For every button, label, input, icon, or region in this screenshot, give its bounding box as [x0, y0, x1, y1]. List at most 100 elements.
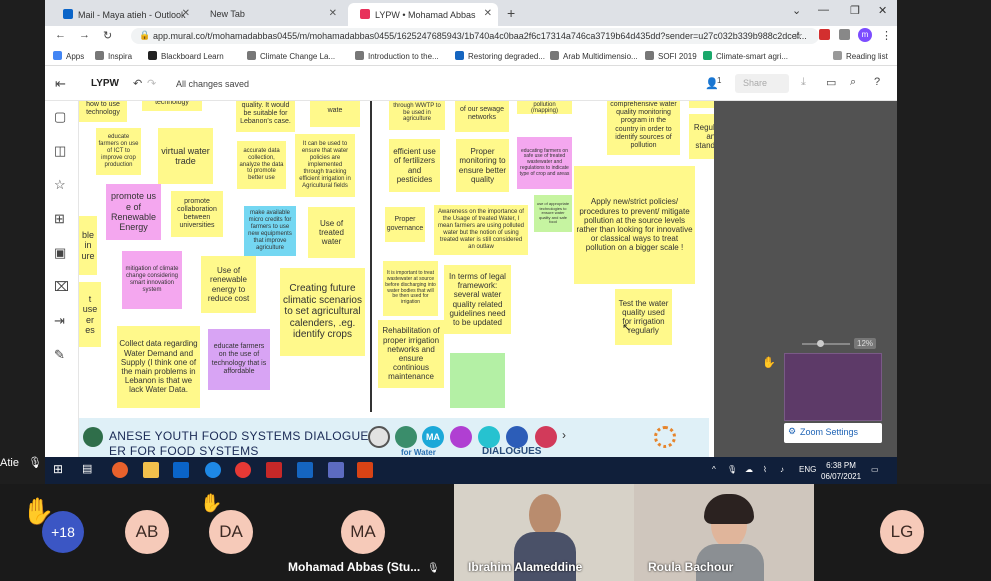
bookmark-star-icon[interactable]: ☆	[793, 29, 803, 42]
minimap[interactable]	[784, 353, 882, 421]
profile-avatar[interactable]: m	[858, 28, 872, 42]
participant-tile[interactable]: MA Mohamad Abbas (Stu... 🎙	[274, 484, 454, 581]
task-view-icon[interactable]: ▤	[82, 462, 98, 478]
bookmark-climate-smart[interactable]: Climate-smart agri...	[703, 51, 788, 61]
tray-chevron-icon[interactable]: ^	[712, 465, 716, 474]
sticky-note[interactable]: ble in ure	[79, 216, 97, 275]
zoom-settings-button[interactable]: ⚙ Zoom Settings	[784, 423, 882, 443]
hand-tool-icon[interactable]: ✋	[762, 356, 776, 369]
bookmark-restoring[interactable]: Restoring degraded...	[455, 51, 545, 61]
bookmark-sofi[interactable]: SOFI 2019	[645, 51, 697, 61]
sticky-note[interactable]: educating farmers on safe use of treated…	[517, 137, 572, 189]
wifi-icon[interactable]: ⌇	[763, 465, 767, 474]
export-icon[interactable]: ⤓	[801, 76, 806, 89]
empty-sticky-note[interactable]	[450, 353, 505, 408]
sticky-note[interactable]: Apply new/strict policies/ procedures to…	[574, 166, 695, 284]
sticky-note[interactable]: efficient use of fertilizers and pestici…	[389, 139, 440, 192]
share-button[interactable]: Share	[735, 74, 789, 93]
sticky-note[interactable]: through WWTP to be used in agriculture	[389, 101, 445, 130]
sticky-note[interactable]: make available micro credits for farmers…	[244, 206, 296, 256]
teams-icon[interactable]	[328, 462, 344, 478]
sticky-note[interactable]: accurate data collection, analyze the da…	[237, 141, 286, 189]
framework-icon[interactable]: ⊞	[54, 211, 65, 227]
windows-start-icon[interactable]: ⊞	[53, 462, 69, 478]
avatar[interactable]: DA	[209, 510, 253, 554]
sticky-note[interactable]: Test the water quality used for irrigati…	[615, 289, 672, 345]
word-icon[interactable]	[297, 462, 313, 478]
avatar[interactable]: AB	[125, 510, 169, 554]
sticky-note[interactable]: Creating future climatic scenarios to se…	[280, 268, 365, 356]
bookmark-arab-multidim[interactable]: Arab Multidimensio...	[550, 51, 638, 61]
language-indicator[interactable]: ENG	[799, 465, 816, 474]
sticky-note[interactable]: Rehabilitation of proper irrigation netw…	[378, 320, 444, 388]
favorite-star-icon[interactable]: ☆	[54, 177, 66, 193]
help-icon[interactable]: ?	[874, 76, 880, 88]
tab-new-tab[interactable]: New Tab ✕	[198, 3, 343, 26]
new-tab-plus-icon[interactable]: +	[507, 5, 515, 21]
comments-icon[interactable]: ▭	[826, 76, 836, 89]
bookmark-inspira[interactable]: Inspira	[95, 51, 132, 61]
chrome-icon[interactable]	[235, 462, 251, 478]
reaction-ma-icon[interactable]: MA	[422, 426, 444, 448]
sticky-note-icon[interactable]: ▢	[54, 109, 66, 125]
search-icon[interactable]: ⌕	[850, 76, 856, 89]
internet-explorer-icon[interactable]	[205, 462, 221, 478]
file-explorer-icon[interactable]	[143, 462, 159, 478]
redo-icon[interactable]: ↷	[147, 77, 156, 90]
reaction-blue-icon[interactable]	[506, 426, 528, 448]
participant-video-tile[interactable]: Roula Bachour	[634, 484, 814, 581]
sticky-note[interactable]: It can be used to ensure that water poli…	[295, 134, 355, 197]
sticky-note[interactable]: In terms of legal framework: several wat…	[444, 265, 511, 334]
firefox-icon[interactable]	[112, 462, 128, 478]
bookmark-apps[interactable]: Apps	[53, 51, 84, 61]
pdf-extension-icon[interactable]	[819, 29, 830, 40]
sticky-note[interactable]: how to use technology	[79, 101, 127, 122]
participant-video-tile[interactable]: Ibrahim Alameddine	[454, 484, 634, 581]
notifications-icon[interactable]: ▭	[871, 465, 879, 474]
tab-outlook[interactable]: Mail - Maya atieh - Outlook ✕	[51, 3, 196, 26]
reload-icon[interactable]: ↻	[103, 29, 112, 42]
sticky-note[interactable]: It is important to treat wastewater at s…	[383, 261, 438, 316]
undo-icon[interactable]: ↶	[133, 77, 142, 90]
zoom-slider[interactable]	[802, 340, 850, 347]
sticky-note[interactable]: Collect data regarding Water Demand and …	[117, 326, 200, 408]
sticky-note[interactable]: educate farmers on the use of technology…	[208, 329, 270, 390]
bookmark-climate-change[interactable]: Climate Change La...	[247, 51, 335, 61]
minimize-icon[interactable]: —	[818, 4, 829, 16]
onedrive-icon[interactable]: ☁	[745, 465, 753, 474]
reaction-avatar-icon[interactable]	[395, 426, 417, 448]
back-icon[interactable]: ←	[55, 29, 66, 41]
sticky-note[interactable]: promote us e of Renewable Energy	[106, 184, 161, 240]
restore-icon[interactable]: ❐	[850, 4, 860, 17]
bookmark-blackboard[interactable]: Blackboard Learn	[148, 51, 224, 61]
draw-pencil-icon[interactable]: ✎	[54, 347, 65, 363]
avatar[interactable]: LG	[880, 510, 924, 554]
close-icon[interactable]: ✕	[484, 8, 492, 19]
sticky-note[interactable]: Proper governance	[385, 207, 425, 242]
reaction-smiley-icon[interactable]	[368, 426, 390, 448]
sticky-note[interactable]: Use of renewable energy to reduce cost	[201, 256, 256, 313]
volume-icon[interactable]: ♪	[780, 465, 784, 474]
board-title[interactable]: LYPW	[91, 78, 119, 89]
forward-icon[interactable]: →	[79, 29, 90, 41]
close-icon[interactable]: ✕	[329, 8, 337, 19]
reaction-red-icon[interactable]	[535, 426, 557, 448]
zoom-slider-knob[interactable]	[817, 340, 824, 347]
sticky-note[interactable]: quality. It would be suitable for Lebano…	[236, 101, 295, 132]
sticky-note[interactable]: Proper monitoring to ensure better quali…	[456, 139, 509, 192]
sticky-note[interactable]: comprehensive water quality monitoring p…	[607, 101, 680, 155]
mic-icon[interactable]: 🎙	[727, 465, 737, 474]
sticky-note[interactable]: educate farmers on use of ICT to improve…	[96, 128, 141, 175]
window-close-icon[interactable]: ✕	[878, 4, 887, 17]
url-field[interactable]: 🔒 app.mural.co/t/mohamadabbas0455/m/moha…	[131, 28, 819, 44]
sticky-note[interactable]: wate	[310, 101, 360, 127]
sticky-note[interactable]: virtual water trade	[158, 128, 213, 184]
outlook-icon[interactable]	[173, 462, 189, 478]
chevron-right-icon[interactable]: ›	[562, 428, 566, 442]
acrobat-icon[interactable]	[266, 462, 282, 478]
tab-mural[interactable]: LYPW • Mohamad Abbas ✕	[348, 3, 498, 26]
text-tool-icon[interactable]: ◫	[54, 143, 66, 159]
powerpoint-icon[interactable]	[357, 462, 373, 478]
sticky-note[interactable]: of our sewage networks	[455, 101, 509, 132]
sticky-note[interactable]: Regulation and standards	[689, 114, 714, 159]
